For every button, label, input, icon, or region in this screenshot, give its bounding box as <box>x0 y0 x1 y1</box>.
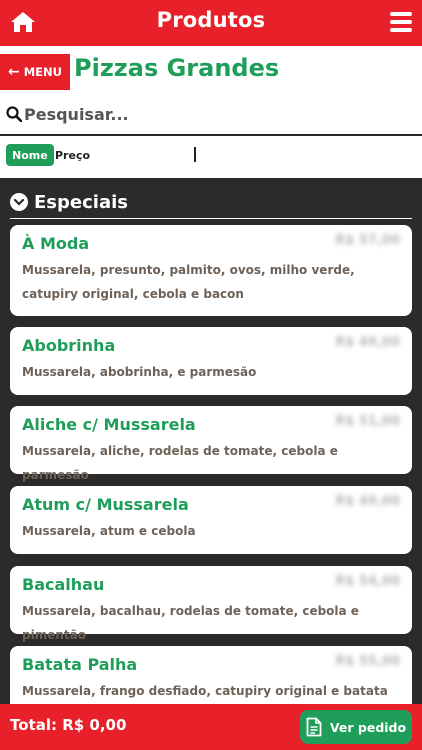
product-card[interactable]: Aliche c/ Mussarela Mussarela, aliche, r… <box>10 406 412 482</box>
bottom-bar: Total: R$ 0,00 Ver pedido <box>0 704 422 750</box>
product-price: R$ 57,00 <box>335 233 400 248</box>
text-cursor <box>194 147 196 162</box>
product-price: R$ 54,00 <box>335 574 400 589</box>
search-bar <box>0 95 422 135</box>
category-header: ← MENU Pizzas Grandes <box>0 46 422 95</box>
hamburger-icon[interactable] <box>390 12 412 32</box>
product-card[interactable]: Batata Palha Mussarela, frango desfiado,… <box>10 646 412 704</box>
back-to-menu-button[interactable]: ← MENU <box>0 54 70 90</box>
product-card[interactable]: Atum c/ Mussarela Mussarela, atum e cebo… <box>10 486 412 554</box>
page-title: Produtos <box>156 8 266 32</box>
product-price: R$ 49,00 <box>335 335 400 350</box>
view-order-label: Ver pedido <box>329 719 407 735</box>
document-icon <box>306 717 322 737</box>
sort-by-name-button[interactable]: Nome <box>6 144 54 166</box>
product-description: Mussarela, bacalhau, rodelas de tomate, … <box>22 604 359 642</box>
product-description: Mussarela, abobrinha, e parmesão <box>22 365 257 379</box>
product-description: Mussarela, atum e cebola <box>22 524 196 538</box>
product-price: R$ 49,00 <box>335 494 400 509</box>
category-title: Pizzas Grandes <box>74 54 280 82</box>
section-header[interactable]: Especiais <box>10 186 412 219</box>
sort-by-price-button[interactable]: Preço <box>49 144 96 166</box>
view-order-button[interactable]: Ver pedido <box>300 710 412 744</box>
product-description: Mussarela, frango desfiado, catupiry ori… <box>22 684 388 698</box>
chevron-down-icon <box>10 193 28 211</box>
product-card[interactable]: Bacalhau Mussarela, bacalhau, rodelas de… <box>10 566 412 642</box>
search-icon <box>6 106 22 122</box>
product-card[interactable]: Abobrinha Mussarela, abobrinha, e parmes… <box>10 327 412 395</box>
arrow-left-icon: ← <box>8 64 20 80</box>
back-to-menu-label: MENU <box>23 65 62 79</box>
sort-options: Nome Preço <box>0 136 422 178</box>
product-description: Mussarela, aliche, rodelas de tomate, ce… <box>22 444 338 482</box>
product-description: Mussarela, presunto, palmito, ovos, milh… <box>22 263 355 301</box>
section-label: Especiais <box>34 191 128 213</box>
product-price: R$ 55,00 <box>335 654 400 669</box>
search-input[interactable] <box>24 101 404 127</box>
top-bar: Produtos <box>0 0 422 46</box>
order-total: Total: R$ 0,00 <box>10 716 127 734</box>
product-card[interactable]: À Moda Mussarela, presunto, palmito, ovo… <box>10 225 412 316</box>
product-price: R$ 51,00 <box>335 414 400 429</box>
product-list: Especiais À Moda Mussarela, presunto, pa… <box>0 178 422 704</box>
